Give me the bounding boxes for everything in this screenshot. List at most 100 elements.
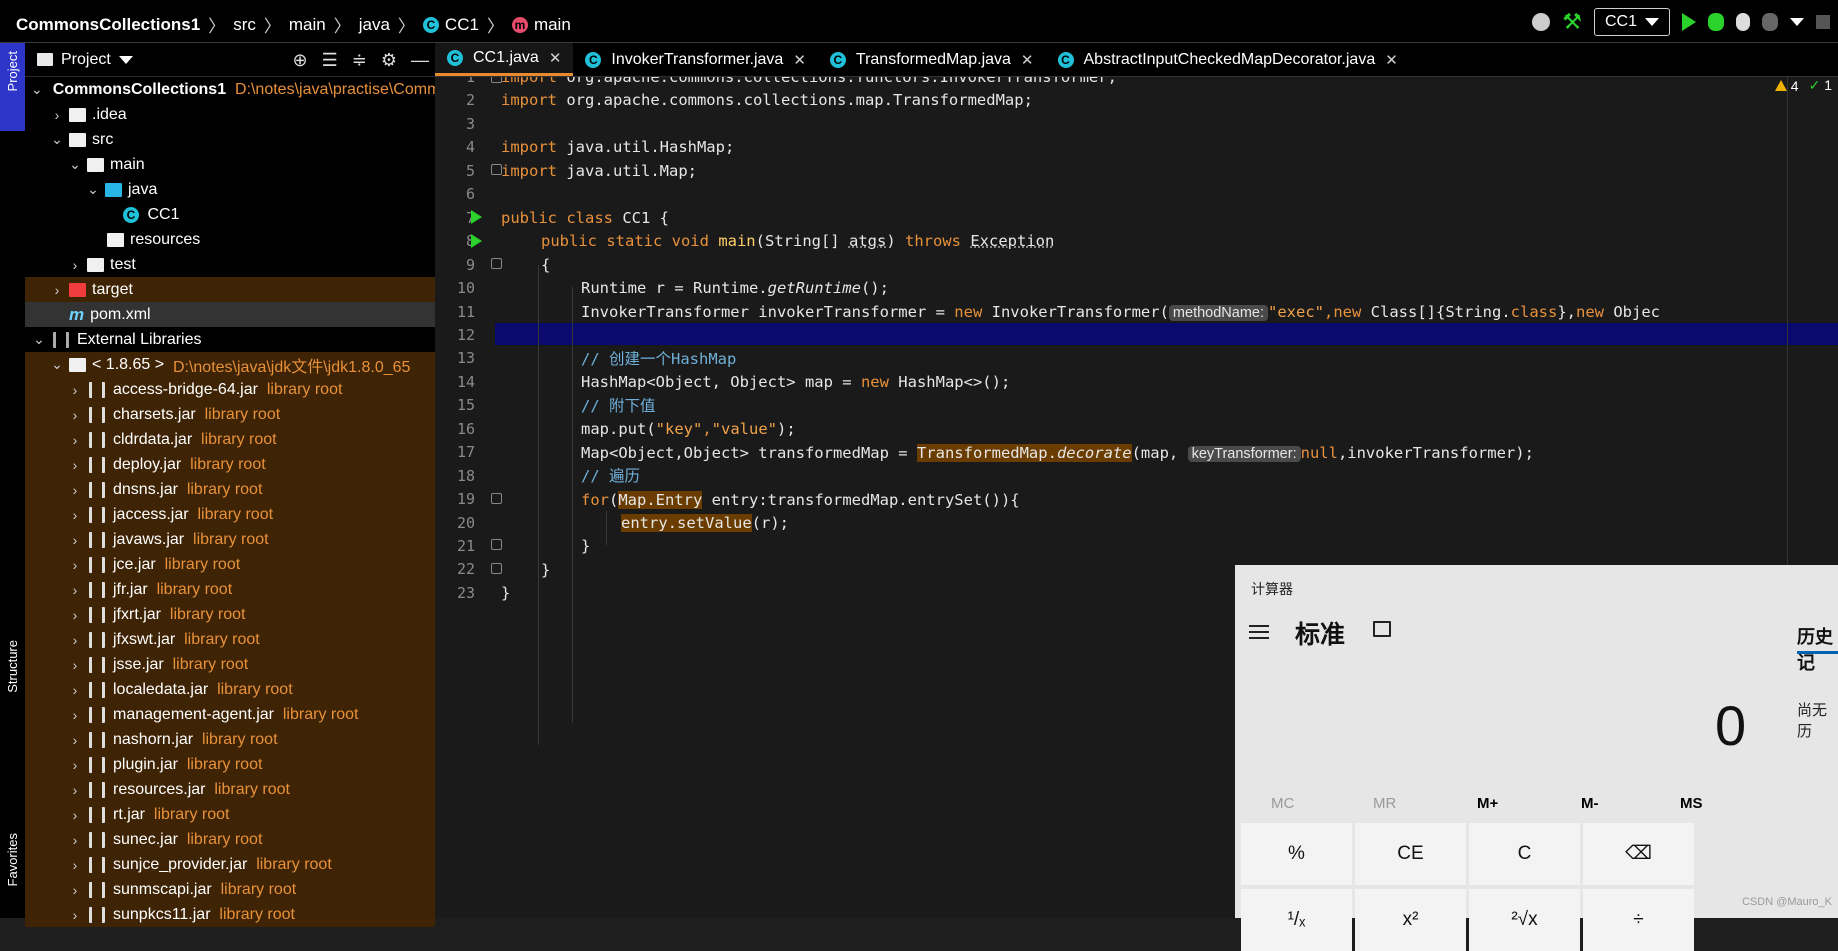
- memory-store-button[interactable]: MS: [1680, 795, 1703, 812]
- tree-item-jar[interactable]: › jsse.jar library root: [25, 652, 435, 677]
- chevron-right-icon[interactable]: ›: [67, 882, 83, 898]
- tab-abstractinputcheckedmapdecorator-java[interactable]: C AbstractInputCheckedMapDecorator.java ✕: [1046, 43, 1410, 76]
- tree-item-jar[interactable]: › jfxrt.jar library root: [25, 602, 435, 627]
- memory-recall-button[interactable]: MR: [1373, 795, 1396, 812]
- clear-entry-button[interactable]: CE: [1355, 823, 1466, 885]
- percent-button[interactable]: %: [1241, 823, 1352, 885]
- breadcrumb-java[interactable]: java: [359, 15, 390, 35]
- close-icon[interactable]: ✕: [1021, 51, 1034, 69]
- reciprocal-button[interactable]: ¹/ₓ: [1241, 889, 1352, 951]
- tree-item-idea[interactable]: › .idea: [25, 102, 435, 127]
- tree-item-main[interactable]: ⌄ main: [25, 152, 435, 177]
- tree-item-jar[interactable]: › sunmscapi.jar library root: [25, 877, 435, 902]
- chevron-right-icon[interactable]: ›: [49, 107, 65, 123]
- breadcrumb-src[interactable]: src: [233, 15, 256, 35]
- structure-tool-tab[interactable]: Structure: [5, 640, 20, 693]
- breadcrumb-method[interactable]: main: [534, 15, 571, 35]
- coverage-icon[interactable]: [1736, 13, 1750, 31]
- debug-icon[interactable]: [1708, 13, 1724, 31]
- breadcrumb-class[interactable]: CC1: [445, 15, 479, 35]
- chevron-right-icon[interactable]: ›: [67, 707, 83, 723]
- tree-item-jar[interactable]: › access-bridge-64.jar library root: [25, 377, 435, 402]
- chevron-right-icon[interactable]: ›: [67, 807, 83, 823]
- tree-item-target[interactable]: › target: [25, 277, 435, 302]
- divide-button[interactable]: ÷: [1583, 889, 1694, 951]
- breadcrumb-main[interactable]: main: [289, 15, 326, 35]
- user-icon[interactable]: [1532, 13, 1550, 31]
- tree-item-jar[interactable]: › javaws.jar library root: [25, 527, 435, 552]
- chevron-right-icon[interactable]: ›: [67, 857, 83, 873]
- chevron-down-icon[interactable]: [119, 56, 133, 64]
- tree-item-resources[interactable]: resources: [25, 227, 435, 252]
- run-gutter-icon[interactable]: [471, 234, 482, 248]
- memory-clear-button[interactable]: MC: [1271, 795, 1294, 812]
- chevron-down-icon[interactable]: ⌄: [31, 331, 47, 348]
- chevron-down-icon[interactable]: ⌄: [67, 156, 83, 173]
- project-panel-title[interactable]: Project: [61, 51, 111, 69]
- chevron-right-icon[interactable]: ›: [67, 607, 83, 623]
- tree-item-jar[interactable]: › deploy.jar library root: [25, 452, 435, 477]
- tree-item-jar[interactable]: › jfxswt.jar library root: [25, 627, 435, 652]
- square-button[interactable]: x²: [1355, 889, 1466, 951]
- tree-item-root[interactable]: ⌄ CommonsCollections1 D:\notes\java\pract…: [25, 77, 435, 102]
- chevron-right-icon[interactable]: ›: [67, 532, 83, 548]
- tree-item-jar[interactable]: › sunec.jar library root: [25, 827, 435, 852]
- tree-item-jar[interactable]: › management-agent.jar library root: [25, 702, 435, 727]
- chevron-right-icon[interactable]: ›: [67, 257, 83, 273]
- chevron-right-icon[interactable]: ›: [67, 832, 83, 848]
- tree-item-jar[interactable]: › sunjce_provider.jar library root: [25, 852, 435, 877]
- favorites-tool-tab[interactable]: Favorites: [5, 833, 20, 886]
- tree-item-jar[interactable]: › jaccess.jar library root: [25, 502, 435, 527]
- locate-icon[interactable]: ⊕: [293, 51, 308, 69]
- chevron-down-icon[interactable]: ⌄: [85, 181, 101, 198]
- tree-item-jar[interactable]: › nashorn.jar library root: [25, 727, 435, 752]
- fold-icon[interactable]: [491, 539, 502, 550]
- chevron-right-icon[interactable]: ›: [67, 682, 83, 698]
- chevron-right-icon[interactable]: ›: [67, 632, 83, 648]
- chevron-right-icon[interactable]: ›: [67, 657, 83, 673]
- tree-item-pom[interactable]: m pom.xml: [25, 302, 435, 327]
- tree-item-jar[interactable]: › localedata.jar library root: [25, 677, 435, 702]
- run-configuration-select[interactable]: CC1: [1594, 8, 1670, 36]
- project-tool-tab[interactable]: Project: [0, 43, 25, 131]
- tab-transformedmap-java[interactable]: C TransformedMap.java ✕: [818, 43, 1046, 76]
- inspection-widget[interactable]: 4 ✓ 1: [1775, 77, 1832, 94]
- expand-all-icon[interactable]: ☰: [322, 51, 338, 69]
- run-icon[interactable]: [1682, 13, 1696, 31]
- tab-invokertransformer-java[interactable]: C InvokerTransformer.java ✕: [573, 43, 818, 76]
- chevron-right-icon[interactable]: ›: [67, 557, 83, 573]
- fold-icon[interactable]: [491, 493, 502, 504]
- memory-add-button[interactable]: M+: [1477, 795, 1498, 812]
- tree-item-test[interactable]: › test: [25, 252, 435, 277]
- keep-on-top-icon[interactable]: [1373, 621, 1391, 637]
- tree-item-jdk[interactable]: ⌄ < 1.8.65 > D:\notes\java\jdk文件\jdk1.8.0…: [25, 352, 435, 377]
- gear-icon[interactable]: ⚙: [381, 51, 397, 69]
- backspace-button[interactable]: ⌫: [1583, 823, 1694, 885]
- tree-item-jar[interactable]: › rt.jar library root: [25, 802, 435, 827]
- clear-button[interactable]: C: [1469, 823, 1580, 885]
- chevron-right-icon[interactable]: ›: [67, 757, 83, 773]
- chevron-down-icon[interactable]: ⌄: [49, 131, 65, 148]
- tree-item-jar[interactable]: › jfr.jar library root: [25, 577, 435, 602]
- collapse-all-icon[interactable]: ≑: [352, 51, 367, 69]
- chevron-right-icon[interactable]: ›: [67, 482, 83, 498]
- hide-icon[interactable]: —: [411, 51, 429, 69]
- chevron-right-icon[interactable]: ›: [67, 907, 83, 923]
- profile-icon[interactable]: [1762, 13, 1778, 31]
- fold-icon[interactable]: [491, 563, 502, 574]
- chevron-right-icon[interactable]: ›: [67, 507, 83, 523]
- chevron-right-icon[interactable]: ›: [67, 782, 83, 798]
- tree-item-jar[interactable]: › cldrdata.jar library root: [25, 427, 435, 452]
- chevron-right-icon[interactable]: ›: [49, 282, 65, 298]
- tree-item-jar[interactable]: › sunpkcs11.jar library root: [25, 902, 435, 927]
- tree-item-jar[interactable]: › jce.jar library root: [25, 552, 435, 577]
- history-tab[interactable]: 历史记: [1797, 623, 1838, 675]
- tree-item-jar[interactable]: › dnsns.jar library root: [25, 477, 435, 502]
- close-icon[interactable]: ✕: [793, 51, 806, 69]
- square-root-button[interactable]: ²√x: [1469, 889, 1580, 951]
- more-run-chevron-icon[interactable]: [1790, 18, 1804, 26]
- tree-item-jar[interactable]: › plugin.jar library root: [25, 752, 435, 777]
- build-hammer-icon[interactable]: ⚒: [1562, 11, 1582, 33]
- chevron-right-icon[interactable]: ›: [67, 732, 83, 748]
- tree-item-jar[interactable]: › charsets.jar library root: [25, 402, 435, 427]
